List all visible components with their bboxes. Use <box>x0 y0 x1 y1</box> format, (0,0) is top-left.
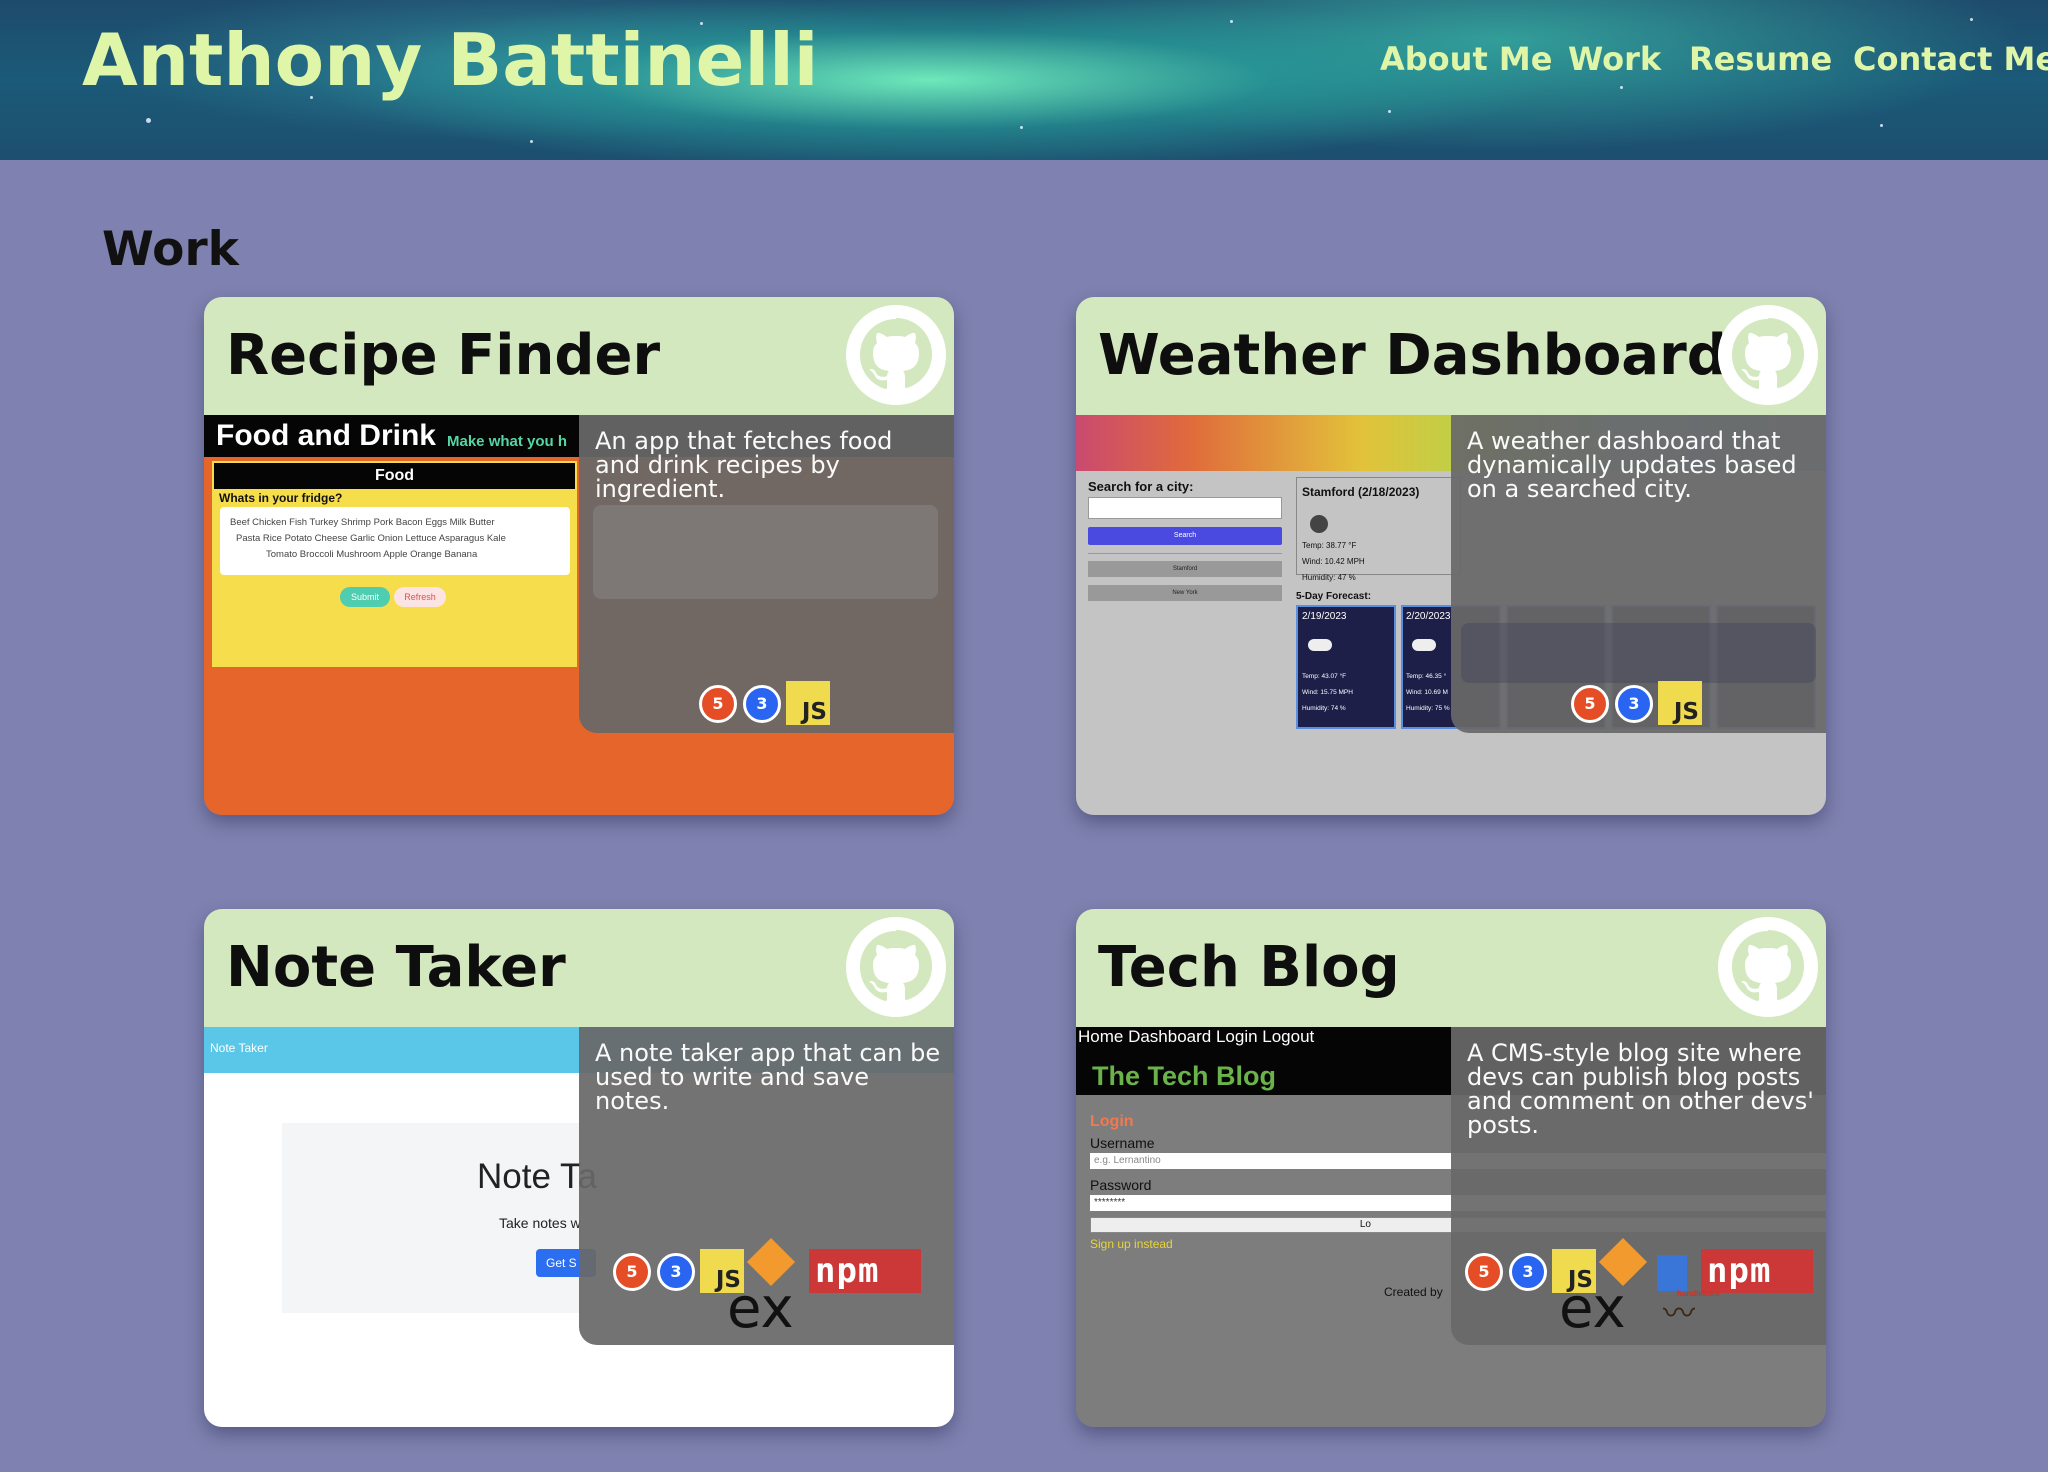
nav-resume[interactable]: Resume <box>1689 40 1832 78</box>
preview-history: New York <box>1088 585 1282 601</box>
description-overlay: An app that fetches food and drink recip… <box>579 415 954 733</box>
css3-icon: 3 <box>1509 1253 1547 1291</box>
project-card-tech-blog[interactable]: Tech Blog Home Dashboard Login Logout Th… <box>1076 909 1826 1427</box>
card-header: Recipe Finder <box>204 297 954 415</box>
handlebars-icon: 〰 <box>1663 1294 1696 1332</box>
card-header: Tech Blog <box>1076 909 1826 1027</box>
card-header: Note Taker <box>204 909 954 1027</box>
preview-current-city: Stamford (2/18/2023) <box>1302 485 1420 499</box>
description-overlay: A weather dashboard that dynamically upd… <box>1451 415 1826 733</box>
preview-refresh: Refresh <box>394 587 446 607</box>
npm-icon: npm <box>809 1249 921 1293</box>
html5-icon: 5 <box>613 1253 651 1291</box>
preview-panel-title: Food <box>374 467 415 484</box>
project-description: A note taker app that can be used to wri… <box>595 1039 941 1115</box>
site-header: Anthony Battinelli About Me Work Resume … <box>0 0 2048 160</box>
preview-tagline: Make what you h <box>447 433 568 450</box>
preview-search-button: Search <box>1088 527 1282 545</box>
project-card-recipe-finder[interactable]: Recipe Finder Food and Drink Make what y… <box>204 297 954 815</box>
nav-about-me[interactable]: About Me <box>1380 40 1552 78</box>
github-icon[interactable] <box>846 305 946 405</box>
css3-icon: 3 <box>657 1253 695 1291</box>
github-icon[interactable] <box>1718 917 1818 1017</box>
project-card-note-taker[interactable]: Note Taker Note Taker Note Ta Take notes… <box>204 909 954 1427</box>
preview-question: Whats in your fridge? <box>219 491 343 505</box>
preview-brand: Food and Drink <box>216 419 436 452</box>
express-icon: ex <box>1559 1276 1626 1341</box>
preview-search-label: Search for a city: <box>1088 479 1194 494</box>
card-header: Weather Dashboard <box>1076 297 1826 415</box>
project-card-weather-dashboard[interactable]: Weather Dashboard Search for a city: Sea… <box>1076 297 1826 815</box>
preview-ingredients: Beef Chicken Fish Turkey Shrimp Pork Bac… <box>230 517 495 528</box>
github-icon[interactable] <box>846 917 946 1017</box>
nav-work[interactable]: Work <box>1568 40 1661 78</box>
preview-ingredients: Tomato Broccoli Mushroom Apple Orange Ba… <box>266 549 478 560</box>
description-overlay: A CMS-style blog site where devs can pub… <box>1451 1027 1826 1345</box>
project-description: An app that fetches food and drink recip… <box>595 427 893 503</box>
nav-contact-me[interactable]: Contact Me <box>1853 40 2048 78</box>
preview-brand: The Tech Blog <box>1092 1061 1277 1091</box>
project-title: Note Taker <box>226 935 566 1000</box>
css3-icon: 3 <box>743 685 781 723</box>
preview-submit: Submit <box>340 587 390 607</box>
express-icon: ex <box>727 1276 794 1341</box>
sequelize-icon <box>1657 1255 1687 1291</box>
project-description: A CMS-style blog site where devs can pub… <box>1467 1039 1814 1139</box>
site-title: Anthony Battinelli <box>82 18 819 102</box>
preview-hero-sub: Take notes w <box>499 1215 581 1231</box>
html5-icon: 5 <box>699 685 737 723</box>
github-icon[interactable] <box>1718 305 1818 405</box>
javascript-icon: JS <box>1658 681 1702 725</box>
project-title: Tech Blog <box>1098 935 1400 1000</box>
preview-login-heading: Login <box>1090 1113 1134 1130</box>
preview-history: Stamford <box>1088 561 1282 577</box>
css3-icon: 3 <box>1615 685 1653 723</box>
project-title: Recipe Finder <box>226 323 661 388</box>
html5-icon: 5 <box>1465 1253 1503 1291</box>
project-description: A weather dashboard that dynamically upd… <box>1467 427 1797 503</box>
project-title: Weather Dashboard <box>1098 323 1727 388</box>
preview-navbar: Note Taker <box>210 1041 268 1055</box>
preview-nav: Home Dashboard Login Logout <box>1078 1027 1315 1046</box>
javascript-icon: JS <box>786 681 830 725</box>
npm-icon: npm <box>1701 1249 1813 1293</box>
section-title-work: Work <box>102 222 239 277</box>
preview-ingredients: Pasta Rice Potato Cheese Garlic Onion Le… <box>236 533 506 544</box>
html5-icon: 5 <box>1571 685 1609 723</box>
description-overlay: A note taker app that can be used to wri… <box>579 1027 954 1345</box>
